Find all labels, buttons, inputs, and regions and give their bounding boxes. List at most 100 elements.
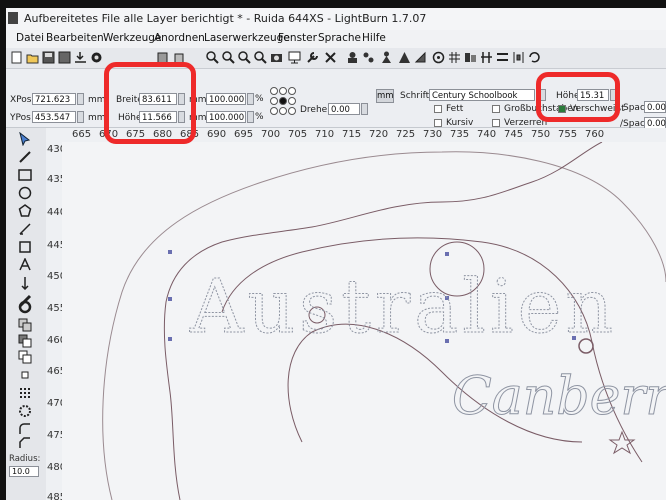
- circle-tool-icon[interactable]: [18, 300, 32, 314]
- group-icon[interactable]: [346, 51, 359, 64]
- open-file-icon[interactable]: [26, 51, 39, 64]
- menu-laserwerkzeuge[interactable]: Laserwerkzeuge: [204, 32, 290, 44]
- kursiv-checkbox[interactable]: [434, 119, 442, 127]
- grossbuchstaben-checkbox[interactable]: [492, 105, 500, 113]
- ruler-tick: 690: [207, 129, 227, 140]
- xpos-spinner[interactable]: [77, 93, 84, 105]
- menu-bar: Datei Bearbeiten Werkzeuge Anordnen Lase…: [6, 30, 666, 48]
- save-as-icon[interactable]: [58, 51, 71, 64]
- scale-y-field[interactable]: 100.000: [206, 111, 246, 123]
- person-icon[interactable]: [380, 51, 393, 64]
- ruler-tick: 720: [369, 129, 389, 140]
- design-canvas[interactable]: Australien Canberra: [62, 142, 666, 500]
- ungroup-icon[interactable]: [362, 51, 375, 64]
- drehen-spinner[interactable]: [361, 103, 368, 115]
- save-icon[interactable]: [42, 51, 55, 64]
- fett-checkbox[interactable]: [434, 105, 442, 113]
- ruler-tick: 735: [450, 129, 470, 140]
- monitor-icon[interactable]: [288, 51, 301, 64]
- hspace-field[interactable]: 0.00: [644, 101, 666, 113]
- line-tool-icon[interactable]: [18, 222, 32, 236]
- rotate-icon[interactable]: [528, 51, 541, 64]
- flip-icon[interactable]: [414, 51, 427, 64]
- anchor-mr[interactable]: [288, 97, 296, 105]
- device-icon[interactable]: [324, 51, 337, 64]
- anchor-tc[interactable]: [279, 87, 287, 95]
- menu-werkzeuge[interactable]: Werkzeuge: [103, 32, 161, 44]
- new-file-icon[interactable]: [10, 51, 23, 64]
- app-icon: [8, 12, 18, 24]
- anchor-ml[interactable]: [270, 97, 278, 105]
- grid-icon[interactable]: [448, 51, 461, 64]
- offset-tool-icon[interactable]: [18, 240, 32, 254]
- ellipse-tool-icon[interactable]: [18, 186, 32, 200]
- stretch-icon[interactable]: [496, 51, 509, 64]
- zoom-fit-icon[interactable]: [238, 51, 251, 64]
- edit-nodes-icon[interactable]: [18, 150, 32, 164]
- canberra-text[interactable]: Canberra: [452, 367, 666, 428]
- scale-y-spinner[interactable]: [247, 111, 254, 123]
- grid-array-icon[interactable]: [18, 386, 32, 400]
- arrange-icon[interactable]: [464, 51, 477, 64]
- font-select[interactable]: Century Schoolbook: [429, 89, 535, 101]
- anchor-bc[interactable]: [279, 107, 287, 115]
- rectangle-tool-icon[interactable]: [18, 168, 32, 182]
- ypos-spinner[interactable]: [77, 111, 84, 123]
- australien-text[interactable]: Australien: [189, 264, 617, 351]
- anchor-bl[interactable]: [270, 107, 278, 115]
- menu-fenster[interactable]: Fenster: [278, 32, 317, 44]
- scale-y-percent: %: [255, 112, 264, 122]
- drehen-field[interactable]: 0.00: [328, 103, 360, 115]
- menu-sprache[interactable]: Sprache: [318, 32, 361, 44]
- select-tool-icon[interactable]: [18, 132, 32, 146]
- move-icon[interactable]: [480, 51, 493, 64]
- ruler-vertical: 430 435 440 445 450 455 460 465 470 475 …: [46, 142, 66, 500]
- menu-hilfe[interactable]: Hilfe: [362, 32, 386, 44]
- boolean-intersect-icon[interactable]: [18, 350, 32, 364]
- weld-icon[interactable]: [18, 368, 32, 382]
- menu-anordnen[interactable]: Anordnen: [154, 32, 205, 44]
- wrench-icon[interactable]: [306, 51, 319, 64]
- selection-handle[interactable]: [445, 252, 449, 256]
- target-icon[interactable]: [432, 51, 445, 64]
- ruler-tick: 750: [531, 129, 551, 140]
- ruler-tick: 740: [477, 129, 497, 140]
- anchor-tr[interactable]: [288, 87, 296, 95]
- distribute-icon[interactable]: [512, 51, 525, 64]
- menu-bearbeiten[interactable]: Bearbeiten: [46, 32, 104, 44]
- radius-field[interactable]: 10.0: [9, 466, 39, 477]
- scale-x-spinner[interactable]: [247, 93, 254, 105]
- camera-icon[interactable]: [270, 51, 283, 64]
- zoom-select-icon[interactable]: [254, 51, 267, 64]
- selection-handle[interactable]: [168, 250, 172, 254]
- circular-array-icon[interactable]: [18, 404, 32, 418]
- polygon-tool-icon[interactable]: [18, 204, 32, 218]
- position-laser-icon[interactable]: [18, 276, 32, 290]
- settings-icon[interactable]: [90, 51, 103, 64]
- zoom-in-icon[interactable]: [206, 51, 219, 64]
- zoom-out-icon[interactable]: [222, 51, 235, 64]
- corner-chamfer-icon[interactable]: [18, 436, 32, 450]
- text-tool-icon[interactable]: [18, 258, 32, 272]
- xpos-field[interactable]: 721.623: [32, 93, 76, 105]
- selection-handle[interactable]: [168, 337, 172, 341]
- menu-datei[interactable]: Datei: [16, 32, 44, 44]
- triangle-icon[interactable]: [398, 51, 411, 64]
- anchor-center[interactable]: [279, 97, 287, 105]
- unit-toggle-button[interactable]: mm: [376, 89, 394, 103]
- scale-x-field[interactable]: 100.000: [206, 93, 246, 105]
- capital-star[interactable]: [608, 430, 636, 455]
- window-title: Aufbereitetes File alle Layer berichtigt…: [24, 12, 427, 25]
- ypos-field[interactable]: 453.547: [32, 111, 76, 123]
- import-icon[interactable]: [74, 51, 87, 64]
- anchor-br[interactable]: [288, 107, 296, 115]
- corner-round-icon[interactable]: [18, 422, 32, 436]
- boolean-union-icon[interactable]: [18, 318, 32, 332]
- selection-handle[interactable]: [168, 297, 172, 301]
- verzerren-checkbox[interactable]: [492, 119, 500, 127]
- title-bar: Aufbereitetes File alle Layer berichtigt…: [6, 8, 666, 31]
- anchor-tl[interactable]: [270, 87, 278, 95]
- xpos-label: XPos: [10, 95, 32, 105]
- boolean-difference-icon[interactable]: [18, 334, 32, 348]
- xpos-unit: mm: [88, 95, 106, 105]
